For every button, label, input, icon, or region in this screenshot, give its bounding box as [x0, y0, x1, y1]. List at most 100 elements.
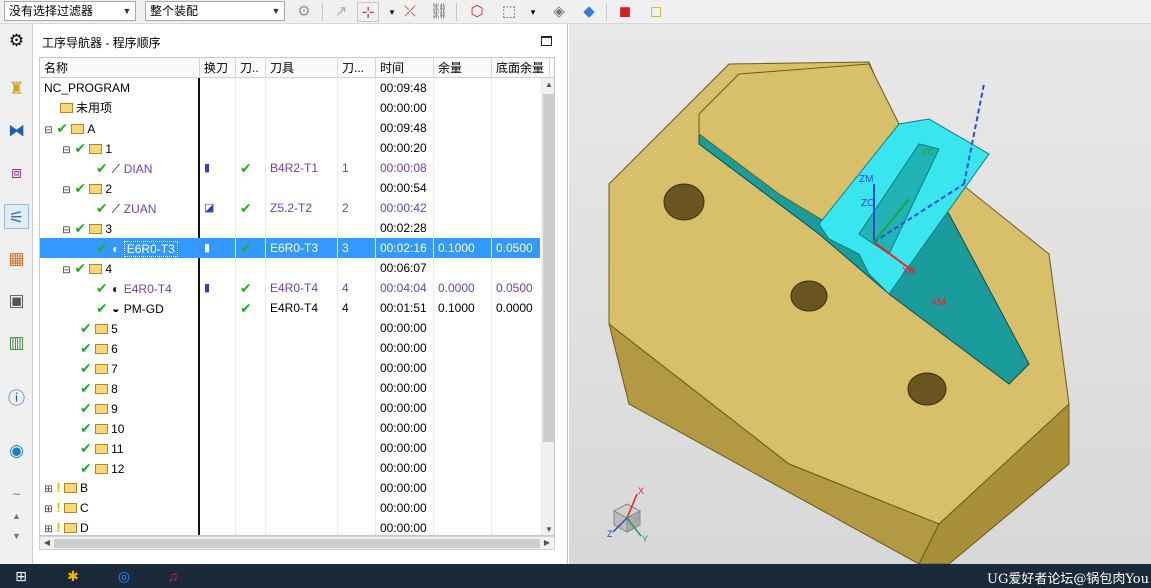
browser-icon[interactable]: ◎ [113, 566, 135, 586]
table-row[interactable]: ✔ 11 00:00:00 [40, 438, 542, 458]
tool-number-cell [338, 218, 376, 238]
table-row[interactable]: 未用项 00:00:00 [40, 98, 542, 118]
horizontal-scrollbar[interactable]: ◀ ▶ [39, 536, 555, 550]
wire-view-icon[interactable]: ◆ [578, 2, 600, 22]
table-row[interactable]: ⊞ ! C 00:00:00 [40, 498, 542, 518]
chevron-down-icon[interactable]: ▾ [522, 2, 544, 22]
column-header-path[interactable]: 刀.. [236, 58, 266, 78]
name-cell: ⊞ ! B [40, 478, 198, 498]
column-header-time[interactable]: 时间 [376, 58, 434, 78]
table-row[interactable]: ✔ ⟋ DIAN ▮ ✔ B4R2-T1 1 00:00:08 [40, 158, 542, 178]
table-row[interactable]: ✔ 9 00:00:00 [40, 398, 542, 418]
table-row[interactable]: ✔ 8 00:00:00 [40, 378, 542, 398]
column-header-stock[interactable]: 余量 [434, 58, 492, 78]
tool-change-cell [200, 78, 236, 98]
table-row[interactable]: ✔ ⟋ ZUAN ◪ ✔ Z5.2-T2 2 00:00:42 [40, 198, 542, 218]
vertical-scrollbar[interactable]: ▲ ▼ [542, 78, 554, 535]
scroll-left-icon[interactable]: ◀ [40, 537, 54, 549]
app-icon[interactable]: ✱ [62, 566, 84, 586]
operation-nav-icon[interactable]: ⚟ [4, 204, 29, 229]
tool-cell [266, 418, 338, 438]
collapse-icon[interactable]: ⊟ [62, 221, 71, 238]
snap-point-icon[interactable]: ⊹ [357, 2, 379, 22]
collapse-icon[interactable]: ⊟ [62, 181, 71, 198]
collapse-icon[interactable]: ⊟ [44, 121, 53, 138]
table-row[interactable]: ⊟ ✔ 4 00:06:07 [40, 258, 542, 278]
table-row-selected[interactable]: ✔ ◐ E6R0-T3 ▮ ✔ E6R0-T3 3 00:02:16 0.1000 … [40, 238, 542, 258]
check-icon: ✔ [80, 440, 92, 456]
rail-scroll-down-icon[interactable]: ▼ [4, 524, 29, 549]
floor-stock-cell: 0.0500 [492, 238, 542, 258]
gear-icon[interactable]: ⚙ [4, 28, 29, 53]
table-row[interactable]: ⊟ ✔ 1 00:00:20 [40, 138, 542, 158]
graphics-viewport[interactable]: ZM ZC YC XC XM X Z Y [569, 24, 1151, 564]
shaded-view-icon[interactable]: ◈ [548, 2, 570, 22]
tool-cell [266, 118, 338, 138]
row-name: 5 [111, 322, 118, 336]
expand-icon[interactable]: ⊞ [44, 500, 53, 518]
maximize-icon[interactable] [541, 36, 552, 46]
expand-icon[interactable]: ⊞ [44, 480, 53, 498]
column-header-tool[interactable]: 刀具 [266, 58, 338, 78]
connected-curves-icon[interactable]: ⛓ [428, 2, 450, 22]
time-cell: 00:00:00 [376, 478, 434, 498]
scroll-down-icon[interactable]: ▼ [542, 523, 554, 535]
music-icon[interactable]: ♫ [162, 566, 184, 586]
name-cell: ✔ ◐ E4R0-T4 [40, 278, 198, 298]
table-row[interactable]: ⊞ ! D 00:00:00 [40, 518, 542, 535]
name-cell: ✔ 8 [40, 378, 198, 398]
general-select-icon[interactable]: ↗ [330, 2, 352, 22]
expand-icon[interactable]: ⊞ [44, 520, 53, 535]
table-row[interactable]: ⊟ ✔ 2 00:00:54 [40, 178, 542, 198]
part-nav-icon[interactable]: ⧈ [4, 160, 29, 185]
table-row[interactable]: ✔ ◒ PM-GD ✔ E4R0-T4 4 00:01:51 0.1000 0.00… [40, 298, 542, 318]
tool-cell: E4R0-T4 [266, 278, 338, 298]
view-triad-icon[interactable]: X Z Y [607, 486, 648, 544]
table-row[interactable]: ✔ 6 00:00:00 [40, 338, 542, 358]
tool-number-cell [338, 178, 376, 198]
selection-scope-dropdown[interactable]: 整个装配 ▼ [145, 1, 285, 21]
assembly-select-icon[interactable]: ⚙ [293, 2, 315, 22]
scroll-right-icon[interactable]: ▶ [540, 537, 554, 549]
table-row[interactable]: ✔ 5 00:00:00 [40, 318, 542, 338]
horizontal-scroll-thumb[interactable] [54, 539, 540, 548]
operation-tree-grid: 名称 换刀 刀.. 刀具 刀... 时间 余量 底面余量 NC_PROGRAM … [39, 57, 555, 536]
table-row[interactable]: NC_PROGRAM 00:09:48 [40, 78, 542, 98]
table-row[interactable]: ✔ 12 00:00:00 [40, 458, 542, 478]
reuse-library-icon[interactable]: ▣ [4, 288, 29, 313]
assembly-icon[interactable]: ♜ [4, 76, 29, 101]
tool-cell [266, 178, 338, 198]
vertical-scroll-thumb[interactable] [543, 94, 554, 442]
history-icon[interactable]: ▥ [4, 330, 29, 355]
table-row[interactable]: ✔ 10 00:00:00 [40, 418, 542, 438]
path-cell [236, 98, 266, 118]
chevron-down-icon[interactable]: ▼ [268, 2, 284, 20]
selection-filter-dropdown[interactable]: 没有选择过滤器 ▼ [4, 1, 136, 21]
machine-icon[interactable]: ▦ [4, 246, 29, 271]
yellow-cube-icon[interactable]: ◻ [645, 2, 667, 22]
stock-cell [434, 338, 492, 358]
column-header-floor-stock[interactable]: 底面余量 [492, 58, 550, 78]
rectangle-select-icon[interactable]: ⬚ [498, 2, 520, 22]
column-header-tool-change[interactable]: 换刀 [200, 58, 236, 78]
chevron-down-icon[interactable]: ▼ [119, 2, 135, 20]
red-cube-icon[interactable]: ◼ [614, 2, 636, 22]
windows-start-icon[interactable]: ⊞ [10, 566, 32, 586]
table-row[interactable]: ⊞ ! B 00:00:00 [40, 478, 542, 498]
info-icon[interactable]: ⓘ [4, 386, 29, 411]
table-row[interactable]: ✔ 7 00:00:00 [40, 358, 542, 378]
constraint-icon[interactable]: ⧓ [4, 118, 29, 143]
table-row[interactable]: ⊟ ✔ A 00:09:48 [40, 118, 542, 138]
floor-stock-cell [492, 438, 542, 458]
collapse-icon[interactable]: ⊟ [62, 261, 71, 278]
column-header-tool-number[interactable]: 刀... [338, 58, 376, 78]
web-browser-icon[interactable]: ◉ [4, 438, 29, 463]
table-row[interactable]: ✔ ◐ E4R0-T4 ▮ ✔ E4R0-T4 4 00:04:04 0.0000 … [40, 278, 542, 298]
column-header-name[interactable]: 名称 [40, 58, 200, 78]
scroll-up-icon[interactable]: ▲ [542, 78, 554, 92]
table-row[interactable]: ⊟ ✔ 3 00:02:28 [40, 218, 542, 238]
move-handle-icon[interactable]: ⤫ [399, 2, 421, 22]
hexagon-point-icon[interactable]: ⬡ [466, 2, 488, 22]
folder-icon [89, 184, 103, 194]
collapse-icon[interactable]: ⊟ [62, 141, 71, 158]
